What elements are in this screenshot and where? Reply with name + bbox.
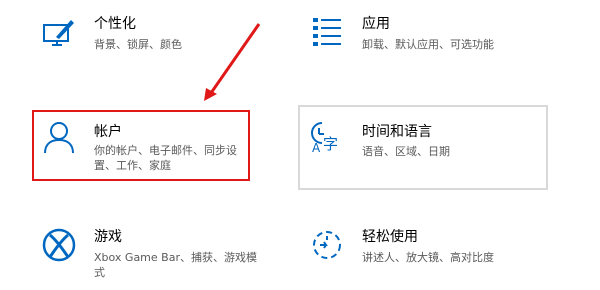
tile-ease-of-access[interactable]: 轻松使用 讲述人、放大镜、高对比度 xyxy=(300,228,550,288)
tile-apps[interactable]: 应用 卸载、默认应用、可选功能 xyxy=(300,15,550,75)
tile-description: 语音、区域、日期 xyxy=(362,145,450,158)
tile-title: 个性化 xyxy=(94,16,136,32)
tile-time-language[interactable]: A 字 时间和语言 语音、区域、日期 xyxy=(298,105,548,190)
personalization-icon xyxy=(42,15,76,49)
svg-text:A: A xyxy=(312,141,321,153)
tile-description: 讲述人、放大镜、高对比度 xyxy=(362,251,494,264)
tile-description: Xbox Game Bar、捕获、游戏模式 xyxy=(94,251,257,279)
svg-text:字: 字 xyxy=(323,135,338,153)
person-icon xyxy=(42,120,76,154)
time-language-icon: A 字 xyxy=(308,119,342,153)
tile-title: 游戏 xyxy=(94,229,122,245)
tile-accounts[interactable]: 帐户 你的帐户、电子邮件、同步设置、工作、家庭 xyxy=(32,110,250,181)
tile-title: 应用 xyxy=(362,16,390,32)
tile-personalization[interactable]: 个性化 背景、锁屏、颜色 xyxy=(32,15,262,75)
tile-description: 你的帐户、电子邮件、同步设置、工作、家庭 xyxy=(94,144,237,172)
ease-of-access-icon xyxy=(310,228,344,262)
tile-title: 轻松使用 xyxy=(362,229,418,245)
tile-description: 背景、锁屏、颜色 xyxy=(94,38,182,51)
tile-title: 时间和语言 xyxy=(362,124,432,140)
tile-gaming[interactable]: 游戏 Xbox Game Bar、捕获、游戏模式 xyxy=(32,228,262,288)
tile-title: 帐户 xyxy=(94,124,122,140)
xbox-icon xyxy=(42,228,76,262)
tile-description: 卸载、默认应用、可选功能 xyxy=(362,38,494,51)
apps-list-icon xyxy=(310,15,344,49)
